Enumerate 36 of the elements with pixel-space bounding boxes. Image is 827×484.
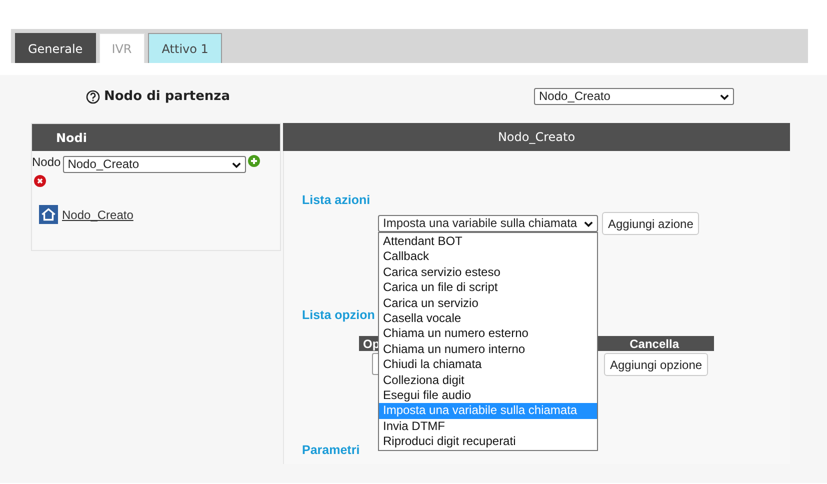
start-node-select[interactable]: Nodo_Creato: [534, 88, 734, 105]
dropdown-option[interactable]: Carica servizio esteso: [379, 264, 597, 280]
action-select[interactable]: Imposta una variabile sulla chiamata: [378, 215, 598, 232]
section-title: Lista opzion: [302, 308, 375, 322]
delete-icon[interactable]: [34, 175, 46, 187]
dropdown-option[interactable]: Invia DTMF: [379, 418, 597, 434]
dropdown-option[interactable]: Carica un servizio: [379, 296, 597, 311]
node-link[interactable]: Nodo_Creato: [62, 208, 134, 222]
dropdown-option[interactable]: Carica un file di script: [379, 280, 597, 296]
section-title: Parametri: [302, 443, 360, 457]
start-node-label: Nodo di partenza: [104, 89, 230, 104]
column-header: Cancella: [630, 336, 679, 350]
dropdown-option[interactable]: Riproduci digit recuperati: [379, 434, 597, 450]
section-title: Lista azioni: [302, 193, 370, 207]
dropdown-option[interactable]: Colleziona digit: [379, 372, 597, 388]
dropdown-option[interactable]: Casella vocale: [379, 310, 597, 326]
help-icon[interactable]: [86, 90, 100, 104]
node-select[interactable]: Nodo_Creato: [62, 156, 246, 173]
dropdown-option[interactable]: Attendant BOT: [379, 234, 597, 250]
nodes-title: Nodi: [56, 130, 87, 144]
add-action-button[interactable]: Aggiungi azione: [602, 212, 700, 235]
dropdown-option[interactable]: Esegui file audio: [379, 388, 597, 404]
add-option-button[interactable]: Aggiungi opzione: [604, 353, 708, 376]
node-label: Nodo: [32, 155, 61, 169]
chevron-down-icon: [720, 94, 729, 100]
dropdown-option[interactable]: Chiudi la chiamata: [379, 357, 597, 373]
tab[interactable]: Attivo 1: [148, 33, 222, 63]
chevron-down-icon: [584, 221, 593, 227]
dropdown-option[interactable]: Chiama un numero interno: [379, 342, 597, 358]
dropdown-option[interactable]: Callback: [379, 249, 597, 265]
node-detail-title: Nodo_Creato: [498, 130, 576, 144]
chevron-down-icon: [232, 162, 241, 168]
dropdown-option[interactable]: Chiama un numero esterno: [379, 326, 597, 342]
tab[interactable]: Generale: [15, 33, 96, 63]
home-icon: [39, 205, 58, 224]
add-icon[interactable]: [248, 155, 260, 167]
